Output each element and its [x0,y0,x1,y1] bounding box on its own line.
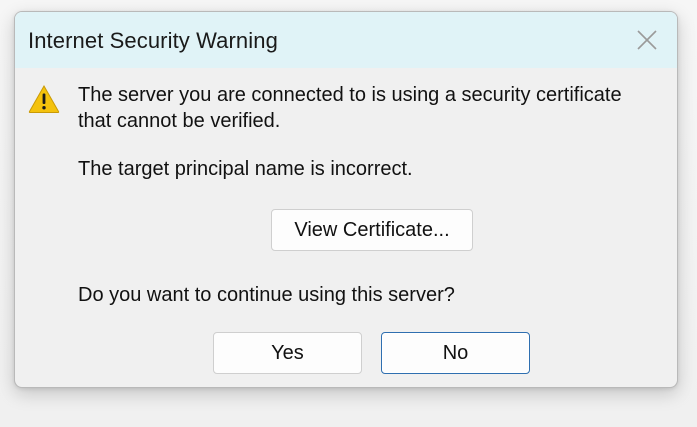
warning-triangle-icon [28,84,60,113]
warning-message-line-1: The server you are connected to is using… [78,84,622,106]
warning-message-line-2: that cannot be verified. [78,110,281,132]
error-detail-text: The target principal name is incorrect. [78,158,413,180]
continue-question-text: Do you want to continue using this serve… [78,284,455,306]
close-button[interactable] [627,21,667,59]
yes-button[interactable]: Yes [213,332,362,374]
close-icon [637,30,657,50]
dialog-title: Internet Security Warning [28,28,278,53]
no-button[interactable]: No [381,332,530,374]
dialog-titlebar[interactable]: Internet Security Warning [15,12,677,68]
security-warning-dialog: Internet Security Warning The server you… [14,11,678,388]
view-certificate-button[interactable]: View Certificate... [271,209,473,251]
